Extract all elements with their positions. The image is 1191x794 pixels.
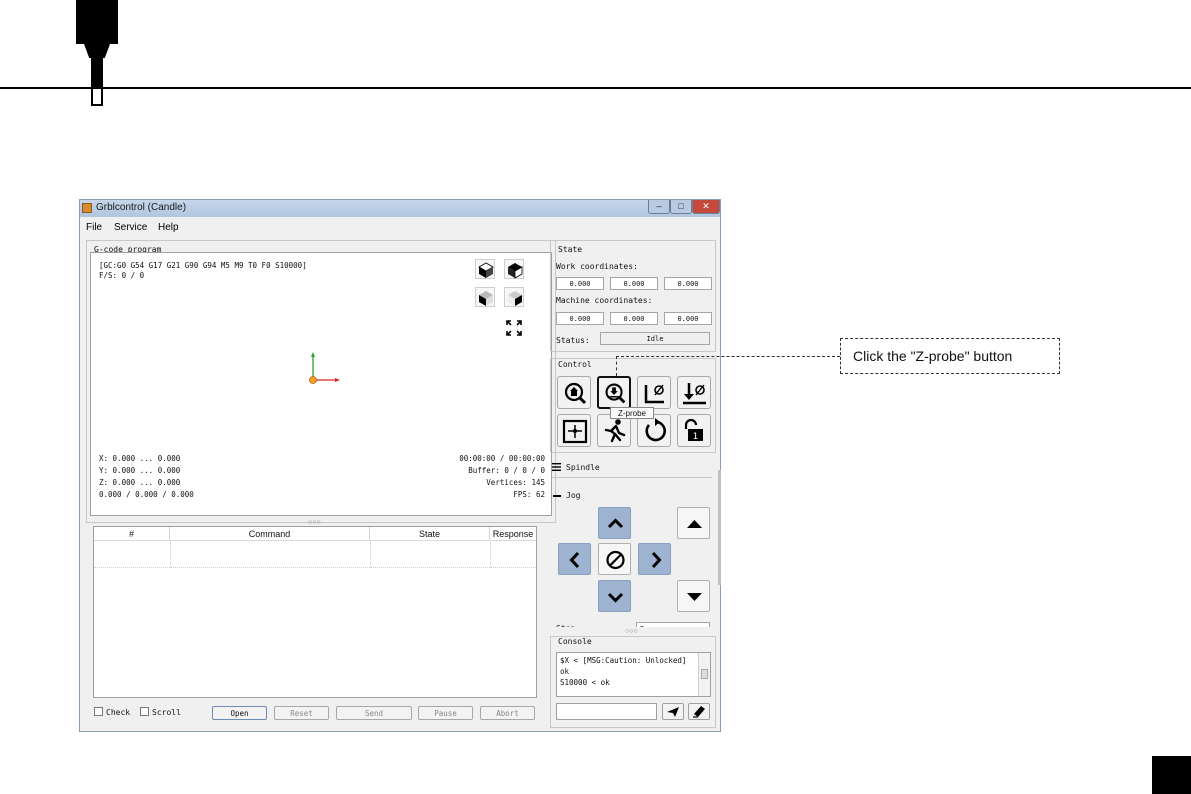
- visualizer-view[interactable]: [GC:G0 G54 G17 G21 G90 G94 M5 M9 T0 F0 S…: [90, 252, 552, 516]
- machine-coords-label: Machine coordinates:: [556, 296, 653, 305]
- callout-leader-drop: [616, 356, 617, 376]
- menu-service[interactable]: Service: [114, 222, 147, 233]
- vertices-text: Vertices: 145: [486, 478, 545, 487]
- splitter-handle-right[interactable]: ○○○: [625, 628, 638, 635]
- status-value: Idle: [600, 332, 710, 345]
- y-range-text: Y: 0.000 ... 0.000: [99, 466, 181, 475]
- work-coords-label: Work coordinates:: [556, 262, 638, 271]
- console-line: $X < [MSG:Caution: Unlocked]: [560, 656, 687, 665]
- restore-origin-button[interactable]: [557, 414, 591, 447]
- send-button[interactable]: Send: [336, 706, 412, 720]
- callout-box: Click the "Z-probe" button: [840, 338, 1060, 374]
- close-button[interactable]: ✕: [692, 200, 720, 214]
- app-window: Grblcontrol (Candle) – □ ✕ File Service …: [79, 199, 721, 732]
- zero-xy-button[interactable]: [637, 376, 671, 409]
- table-row[interactable]: [94, 542, 536, 568]
- check-label: Check: [106, 708, 131, 717]
- page-marker: [1152, 756, 1191, 794]
- origin-axes-icon: [303, 349, 343, 389]
- z-range-text: Z: 0.000 ... 0.000: [99, 478, 181, 487]
- machine-y-field: 0.000: [610, 312, 658, 325]
- console-scrollbar[interactable]: [698, 653, 710, 696]
- reset-button[interactable]: Reset: [274, 706, 329, 720]
- console-line: S10000 < ok: [560, 678, 610, 687]
- console-title: Console: [558, 637, 592, 646]
- collapse-icon[interactable]: [553, 495, 561, 497]
- col-response[interactable]: Response: [490, 527, 536, 541]
- parser-state-text: [GC:G0 G54 G17 G21 G90 G94 M5 M9 T0 F0 S…: [99, 261, 307, 270]
- scroll-label: Scroll: [152, 708, 181, 717]
- menu-help[interactable]: Help: [158, 222, 179, 233]
- col-state[interactable]: State: [370, 527, 490, 541]
- view-left-icon[interactable]: [504, 287, 524, 307]
- menu-bar: File Service Help: [80, 219, 720, 235]
- view-top-icon[interactable]: [504, 259, 524, 279]
- minimize-button[interactable]: –: [648, 200, 670, 214]
- jog-x-plus-button[interactable]: [638, 543, 671, 575]
- feed-speed-text: F/S: 0 / 0: [99, 271, 145, 280]
- maximize-button[interactable]: □: [670, 200, 692, 214]
- clear-console-icon[interactable]: [688, 703, 710, 720]
- console-output[interactable]: $X < [MSG:Caution: Unlocked] ok S10000 <…: [556, 652, 711, 697]
- col-number[interactable]: #: [94, 527, 170, 541]
- work-z-field: 0.000: [664, 277, 712, 290]
- status-label: Status:: [556, 336, 590, 345]
- unlock-button[interactable]: 1: [677, 414, 711, 447]
- console-line: ok: [560, 667, 570, 676]
- svg-text:1: 1: [693, 432, 699, 442]
- z-probe-button[interactable]: [597, 376, 631, 409]
- x-range-text: X: 0.000 ... 0.000: [99, 454, 181, 463]
- title-bar[interactable]: Grblcontrol (Candle) – □ ✕: [80, 200, 720, 217]
- col-command[interactable]: Command: [170, 527, 370, 541]
- view-iso-icon[interactable]: [475, 259, 495, 279]
- dimensions-text: 0.000 / 0.000 / 0.000: [99, 490, 194, 499]
- fit-view-icon[interactable]: [505, 319, 523, 337]
- step-label: Step:: [556, 622, 580, 627]
- pen-graphic: [76, 0, 118, 44]
- machine-z-field: 0.000: [664, 312, 712, 325]
- window-title: Grblcontrol (Candle): [96, 202, 187, 213]
- state-group-title: State: [558, 245, 583, 254]
- work-x-field: 0.000: [556, 277, 604, 290]
- spindle-title[interactable]: Spindle: [566, 463, 600, 472]
- header-rule: [0, 87, 1191, 89]
- callout-leader-line: [616, 356, 840, 357]
- divider: [552, 477, 712, 478]
- work-y-field: 0.000: [610, 277, 658, 290]
- jog-title[interactable]: Jog: [566, 491, 580, 500]
- pen-rod: [91, 58, 103, 86]
- zero-z-button[interactable]: [677, 376, 711, 409]
- jog-stop-button[interactable]: [598, 543, 631, 575]
- pen-tip: [91, 86, 103, 106]
- menu-file[interactable]: File: [86, 222, 102, 233]
- check-checkbox[interactable]: [94, 707, 103, 716]
- scroll-checkbox[interactable]: [140, 707, 149, 716]
- splitter-handle[interactable]: ○○○: [308, 519, 321, 526]
- jog-x-minus-button[interactable]: [558, 543, 591, 575]
- pen-neck: [84, 44, 110, 58]
- home-button[interactable]: [557, 376, 591, 409]
- fps-text: FPS: 62: [513, 490, 545, 499]
- jog-y-plus-button[interactable]: [598, 507, 631, 539]
- menu-icon[interactable]: [552, 463, 561, 471]
- control-group-title: Control: [558, 360, 592, 369]
- program-table[interactable]: # Command State Response: [93, 526, 537, 698]
- step-field[interactable]: 5: [636, 622, 710, 627]
- jog-z-minus-button[interactable]: [677, 580, 710, 612]
- scrollbar[interactable]: [718, 470, 721, 585]
- time-text: 00:00:00 / 00:00:00: [459, 454, 545, 463]
- send-command-icon[interactable]: [662, 703, 684, 720]
- pause-button[interactable]: Pause: [418, 706, 473, 720]
- z-probe-tooltip: Z-probe: [610, 407, 654, 419]
- machine-x-field: 0.000: [556, 312, 604, 325]
- open-button[interactable]: Open: [212, 706, 267, 720]
- app-icon: [82, 203, 92, 213]
- jog-y-minus-button[interactable]: [598, 580, 631, 612]
- callout-text: Click the "Z-probe" button: [853, 348, 1013, 364]
- abort-button[interactable]: Abort: [480, 706, 535, 720]
- jog-z-plus-button[interactable]: [677, 507, 710, 539]
- command-input[interactable]: [556, 703, 657, 720]
- view-front-icon[interactable]: [475, 287, 495, 307]
- buffer-text: Buffer: 0 / 0 / 0: [468, 466, 545, 475]
